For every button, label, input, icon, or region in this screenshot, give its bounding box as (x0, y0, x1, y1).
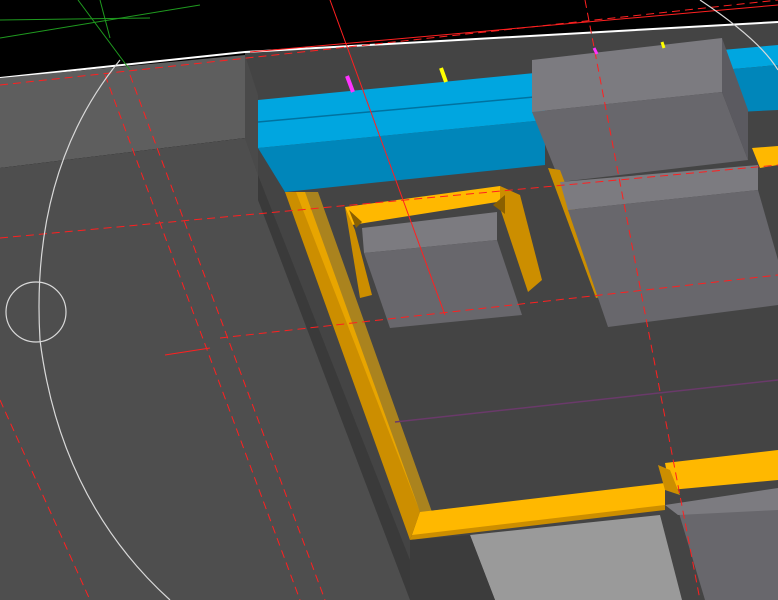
yellow-marker-2 (660, 41, 666, 49)
scene-canvas[interactable] (0, 0, 778, 600)
top-right-box[interactable] (532, 38, 748, 182)
cad-3d-viewport[interactable] (0, 0, 778, 600)
